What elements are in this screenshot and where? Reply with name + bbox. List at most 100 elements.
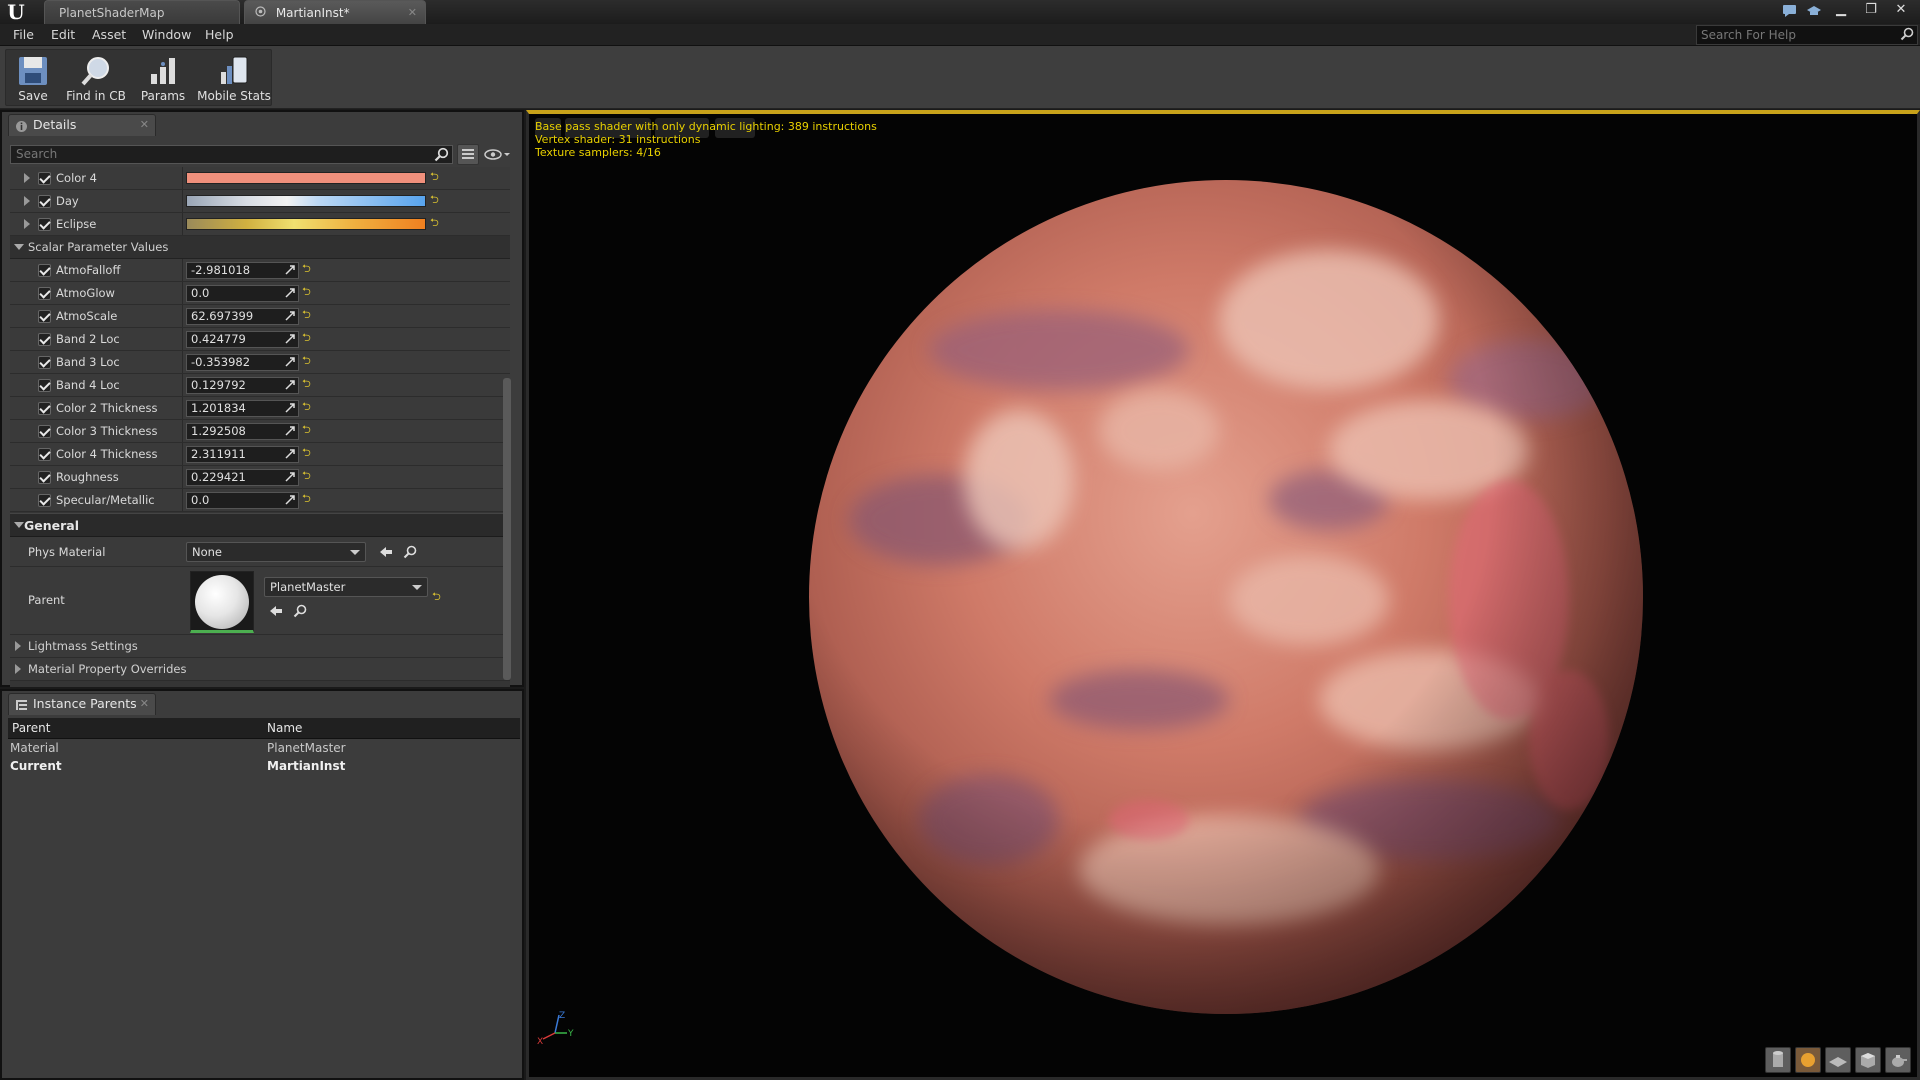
param-override-checkbox[interactable]: [38, 172, 51, 185]
sphere-preview-button[interactable]: [1795, 1047, 1821, 1073]
color-swatch[interactable]: [186, 172, 426, 184]
reset-to-default-icon[interactable]: ⮌: [430, 171, 440, 183]
close-icon[interactable]: ✕: [408, 1, 417, 25]
column-header-parent[interactable]: Parent: [12, 718, 50, 739]
tab-martianinst[interactable]: MartianInst* ✕: [244, 0, 426, 24]
help-search-input[interactable]: Search For Help: [1696, 25, 1918, 45]
cylinder-preview-button[interactable]: [1765, 1047, 1791, 1073]
tab-instance-parents[interactable]: Instance Parents ✕: [8, 693, 156, 715]
reset-to-default-icon[interactable]: ⮌: [302, 332, 312, 344]
unreal-logo-icon[interactable]: U: [4, 0, 28, 24]
reset-to-default-icon[interactable]: ⮌: [302, 493, 312, 505]
drag-value-icon[interactable]: [284, 287, 296, 299]
browse-asset-button[interactable]: [402, 544, 418, 560]
close-icon[interactable]: ✕: [140, 115, 149, 135]
param-override-checkbox[interactable]: [38, 402, 51, 415]
table-row[interactable]: Current MartianInst: [8, 757, 520, 775]
reset-to-default-icon[interactable]: ⮌: [302, 447, 312, 459]
param-override-checkbox[interactable]: [38, 425, 51, 438]
scalar-value-input[interactable]: -2.981018: [186, 262, 299, 279]
scalar-value-input[interactable]: 0.0: [186, 285, 299, 302]
parent-material-thumbnail[interactable]: [190, 571, 254, 633]
close-window-icon[interactable]: ✕: [1890, 2, 1912, 20]
reset-to-default-icon[interactable]: ⮌: [302, 424, 312, 436]
close-icon[interactable]: ✕: [140, 694, 149, 714]
expand-arrow-icon[interactable]: [24, 173, 30, 183]
expand-arrow-icon[interactable]: [15, 664, 21, 674]
tab-planetshadermap[interactable]: PlanetShaderMap: [44, 0, 240, 24]
menu-edit[interactable]: Edit: [51, 24, 75, 46]
view-options-button[interactable]: [457, 144, 479, 165]
details-scrollbar[interactable]: [503, 378, 511, 680]
use-selected-asset-button[interactable]: [378, 544, 394, 560]
scalar-value-input[interactable]: 62.697399: [186, 308, 299, 325]
drag-value-icon[interactable]: [284, 494, 296, 506]
param-override-checkbox[interactable]: [38, 264, 51, 277]
mobile-stats-button[interactable]: Mobile Stats: [196, 50, 272, 107]
scalar-value-input[interactable]: 0.229421: [186, 469, 299, 486]
save-button[interactable]: Save: [6, 50, 60, 107]
param-override-checkbox[interactable]: [38, 379, 51, 392]
visibility-filter-button[interactable]: [483, 145, 513, 164]
phys-material-dropdown[interactable]: None: [186, 542, 366, 562]
reset-to-default-icon[interactable]: ⮌: [302, 470, 312, 482]
param-override-checkbox[interactable]: [38, 356, 51, 369]
custom-mesh-preview-button[interactable]: [1885, 1047, 1911, 1073]
param-override-checkbox[interactable]: [38, 218, 51, 231]
drag-value-icon[interactable]: [284, 333, 296, 345]
reset-to-default-icon[interactable]: ⮌: [432, 591, 442, 603]
drag-value-icon[interactable]: [284, 264, 296, 276]
table-row[interactable]: Material PlanetMaster: [8, 739, 520, 757]
menu-window[interactable]: Window: [142, 24, 191, 46]
scalar-value-input[interactable]: 2.311911: [186, 446, 299, 463]
color-swatch[interactable]: [186, 195, 426, 207]
tab-details[interactable]: Details ✕: [8, 114, 156, 136]
menu-file[interactable]: File: [13, 24, 34, 46]
material-property-overrides-header[interactable]: Material Property Overrides: [10, 658, 510, 681]
expand-arrow-icon[interactable]: [24, 196, 30, 206]
drag-value-icon[interactable]: [284, 310, 296, 322]
scalar-value-input[interactable]: 1.292508: [186, 423, 299, 440]
collapse-arrow-icon[interactable]: [14, 244, 24, 250]
parent-material-dropdown[interactable]: PlanetMaster: [264, 577, 428, 597]
param-override-checkbox[interactable]: [38, 494, 51, 507]
details-search-input[interactable]: Search: [10, 145, 453, 164]
drag-value-icon[interactable]: [284, 379, 296, 391]
reset-to-default-icon[interactable]: ⮌: [302, 263, 312, 275]
lightmass-settings-header[interactable]: Lightmass Settings: [10, 635, 510, 658]
param-override-checkbox[interactable]: [38, 448, 51, 461]
material-preview-viewport[interactable]: Base pass shader with only dynamic light…: [526, 110, 1920, 1080]
column-header-name[interactable]: Name: [267, 718, 302, 739]
reset-to-default-icon[interactable]: ⮌: [302, 378, 312, 390]
param-override-checkbox[interactable]: [38, 195, 51, 208]
collapse-arrow-icon[interactable]: [14, 522, 24, 528]
drag-value-icon[interactable]: [284, 356, 296, 368]
reset-to-default-icon[interactable]: ⮌: [302, 401, 312, 413]
params-button[interactable]: Params: [134, 50, 192, 107]
scalar-value-input[interactable]: 1.201834: [186, 400, 299, 417]
browse-asset-button[interactable]: [292, 603, 308, 619]
drag-value-icon[interactable]: [284, 402, 296, 414]
expand-arrow-icon[interactable]: [24, 219, 30, 229]
menu-help[interactable]: Help: [205, 24, 234, 46]
drag-value-icon[interactable]: [284, 471, 296, 483]
color-swatch[interactable]: [186, 218, 426, 230]
drag-value-icon[interactable]: [284, 448, 296, 460]
learn-icon[interactable]: [1806, 4, 1822, 18]
use-selected-asset-button[interactable]: [268, 603, 284, 619]
reset-to-default-icon[interactable]: ⮌: [302, 355, 312, 367]
reset-to-default-icon[interactable]: ⮌: [302, 309, 312, 321]
param-override-checkbox[interactable]: [38, 333, 51, 346]
scalar-value-input[interactable]: -0.353982: [186, 354, 299, 371]
drag-value-icon[interactable]: [284, 425, 296, 437]
expand-arrow-icon[interactable]: [15, 641, 21, 651]
scalar-value-input[interactable]: 0.0: [186, 492, 299, 509]
menu-asset[interactable]: Asset: [92, 24, 126, 46]
minimize-icon[interactable]: ▁: [1830, 2, 1852, 20]
scalar-value-input[interactable]: 0.424779: [186, 331, 299, 348]
plane-preview-button[interactable]: [1825, 1047, 1851, 1073]
chat-icon[interactable]: [1782, 4, 1798, 18]
param-override-checkbox[interactable]: [38, 471, 51, 484]
cube-preview-button[interactable]: [1855, 1047, 1881, 1073]
scalar-parameter-section-header[interactable]: Scalar Parameter Values: [10, 236, 510, 259]
